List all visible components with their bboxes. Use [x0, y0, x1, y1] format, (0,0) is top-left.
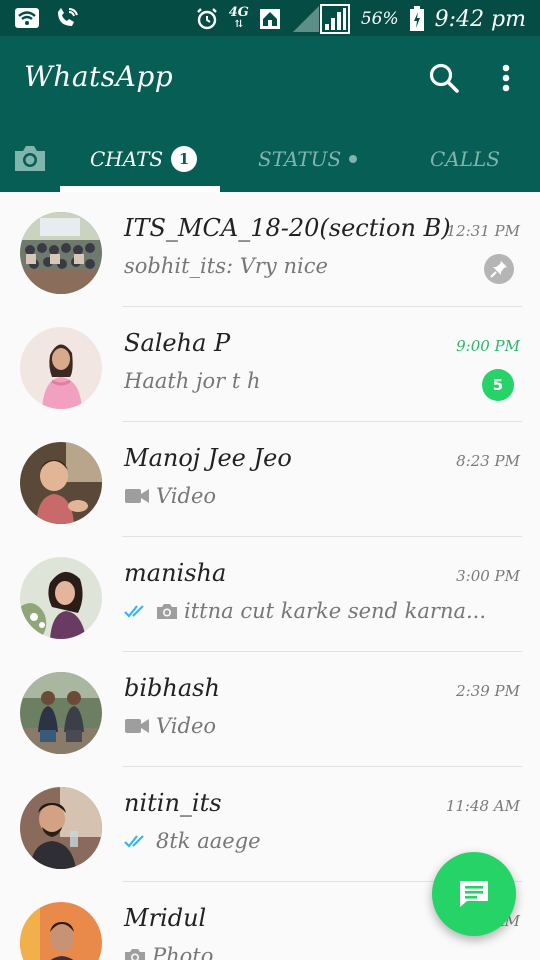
chat-preview: Haath jor t h — [124, 369, 261, 393]
chat-time: 9:00 PM — [456, 337, 520, 355]
chat-name: nitin_its — [124, 789, 222, 817]
alarm-icon — [196, 8, 217, 30]
chat-name: bibhash — [124, 674, 220, 702]
avatar[interactable] — [20, 672, 102, 754]
chat-time: 11:48 AM — [445, 797, 520, 815]
network-type: 4G ⇅ — [228, 5, 249, 30]
chat-preview: Photo — [124, 944, 213, 960]
chat-row[interactable]: manisha 3:00 PM ittna cut karke send kar… — [0, 537, 540, 652]
chat-row[interactable]: Saleha P 9:00 PM Haath jor t h 5 — [0, 307, 540, 422]
avatar[interactable] — [20, 902, 102, 960]
chat-preview: Video — [124, 484, 216, 508]
app-title: WhatsApp — [24, 60, 174, 93]
pin-icon — [484, 254, 514, 284]
double-check-icon — [124, 605, 144, 618]
unread-count-badge: 5 — [482, 369, 514, 401]
unread-chats-badge: 1 — [171, 146, 198, 172]
avatar[interactable] — [20, 787, 102, 869]
chat-time: 8:23 PM — [456, 452, 520, 470]
clock: 9:42 pm — [434, 6, 526, 32]
wifi-icon — [15, 8, 39, 28]
signal-icon — [292, 4, 350, 34]
chat-name: Mridul — [124, 904, 207, 932]
photo-icon — [157, 604, 177, 619]
more-vert-icon — [502, 64, 510, 92]
tab-status-label: STATUS — [258, 147, 342, 171]
chat-name: manisha — [124, 559, 227, 587]
chat-preview-text: Video — [156, 484, 217, 508]
tab-calls-label: CALLS — [430, 147, 501, 171]
chat-name: Manoj Jee Jeo — [124, 444, 292, 472]
chat-preview-text: ittna cut karke send karna... — [184, 599, 487, 623]
chat-preview-text: Video — [156, 714, 217, 738]
chat-preview-text: Photo — [152, 944, 214, 960]
chat-preview-text: 8tk aaege — [156, 829, 261, 853]
chat-preview: sobhit_its: Vry nice — [124, 254, 328, 278]
tab-camera[interactable] — [12, 140, 48, 176]
new-chat-button[interactable] — [432, 852, 516, 936]
chat-preview: 8tk aaege — [124, 829, 261, 853]
chat-name: Saleha P — [124, 329, 231, 357]
video-icon — [125, 719, 149, 733]
tab-chats-label: CHATS — [90, 147, 164, 171]
avatar[interactable] — [20, 212, 102, 294]
double-check-icon — [124, 835, 144, 848]
battery-percent: 56% — [360, 9, 399, 29]
new-chat-icon — [460, 881, 488, 907]
search-button[interactable] — [426, 60, 462, 96]
video-icon — [125, 489, 149, 503]
chat-time: 2:39 PM — [456, 682, 520, 700]
chat-name: ITS_MCA_18-20(section B) — [124, 214, 451, 242]
more-options-button[interactable] — [492, 60, 520, 96]
avatar[interactable] — [20, 442, 102, 524]
wifi-call-icon — [58, 8, 78, 26]
chat-row[interactable]: Manoj Jee Jeo 8:23 PM Video — [0, 422, 540, 537]
chat-time: 12:31 PM — [446, 222, 520, 240]
photo-icon — [125, 949, 145, 960]
avatar[interactable] — [20, 327, 102, 409]
chat-preview: Video — [124, 714, 216, 738]
battery-icon — [409, 6, 424, 31]
chat-preview-text: sobhit_its: Vry nice — [124, 254, 328, 278]
chat-list[interactable]: ITS_MCA_18-20(section B) 12:31 PM sobhit… — [0, 192, 540, 960]
chat-time: 3:00 PM — [456, 567, 520, 585]
chat-preview: ittna cut karke send karna... — [124, 599, 486, 623]
tab-status[interactable]: STATUS — [258, 144, 358, 174]
search-icon — [429, 63, 459, 93]
avatar[interactable] — [20, 557, 102, 639]
chat-row[interactable]: ITS_MCA_18-20(section B) 12:31 PM sobhit… — [0, 192, 540, 307]
camera-icon — [15, 146, 45, 171]
status-bar: 4G ⇅ 56% 9:42 pm — [0, 0, 540, 36]
chat-row[interactable]: bibhash 2:39 PM Video — [0, 652, 540, 767]
chat-preview-text: Haath jor t h — [124, 369, 261, 393]
app-bar: WhatsApp CHATS 1 STATUS CALLS — [0, 36, 540, 192]
tab-chats[interactable]: CHATS 1 — [90, 144, 198, 174]
tab-calls[interactable]: CALLS — [430, 144, 500, 174]
home-icon — [259, 9, 280, 29]
status-update-dot — [349, 155, 358, 163]
tab-bar: CHATS 1 STATUS CALLS — [0, 136, 540, 192]
